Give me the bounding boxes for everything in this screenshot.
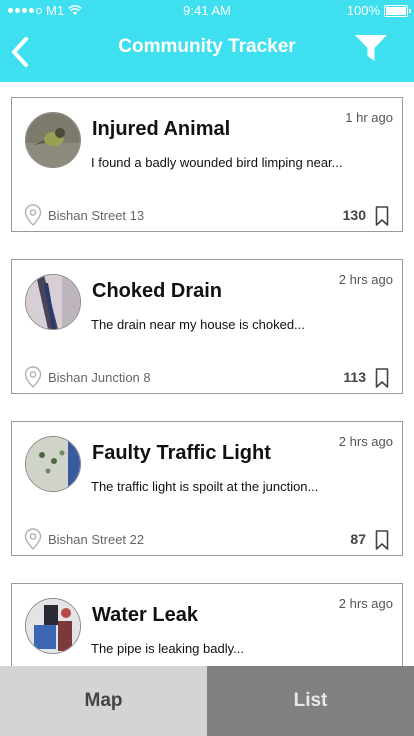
bookmark-icon — [375, 368, 389, 388]
report-photo — [25, 112, 81, 168]
report-title: Faulty Traffic Light — [92, 442, 271, 464]
filter-button[interactable] — [354, 33, 388, 63]
report-time: 2 hrs ago — [338, 272, 393, 287]
report-card[interactable]: Water Leak The pipe is leaking badly... … — [11, 583, 403, 666]
funnel-icon — [355, 35, 387, 61]
location-pin-icon — [24, 366, 42, 388]
report-count: 87 — [350, 531, 366, 547]
report-photo — [25, 274, 81, 330]
bookmark-icon — [375, 206, 389, 226]
report-location-label: Bishan Street 22 — [48, 531, 145, 547]
report-card[interactable]: Injured Animal I found a badly wounded b… — [11, 97, 403, 232]
page-title: Community Tracker — [118, 36, 296, 57]
bookmark-button[interactable] — [375, 206, 389, 226]
report-title: Water Leak — [92, 604, 198, 626]
tab-map[interactable]: Map — [0, 666, 207, 736]
tab-list[interactable]: List — [207, 666, 414, 736]
report-count: 130 — [342, 207, 366, 223]
bookmark-icon — [375, 530, 389, 550]
bottom-tab-bar: Map List — [0, 666, 414, 736]
battery-label: 100% — [346, 3, 380, 18]
report-list[interactable]: Injured Animal I found a badly wounded b… — [0, 82, 414, 666]
report-count: 113 — [343, 369, 366, 385]
location-pin-icon — [24, 528, 42, 550]
report-time: 2 hrs ago — [338, 434, 393, 449]
report-time: 2 hrs ago — [338, 596, 393, 611]
report-photo — [25, 598, 81, 654]
report-description: I found a badly wounded bird limping nea… — [91, 155, 343, 170]
bookmark-button[interactable] — [375, 530, 389, 550]
report-location: Bishan Junction 8 — [24, 366, 151, 388]
battery-status: 100% — [346, 3, 411, 18]
report-location-label: Bishan Street 13 — [48, 207, 145, 223]
report-photo — [25, 436, 81, 492]
report-location: Bishan Street 22 — [24, 528, 144, 550]
report-description: The traffic light is spoilt at the junct… — [91, 479, 319, 494]
report-title: Injured Animal — [92, 118, 231, 140]
battery-icon — [384, 4, 411, 17]
status-bar: M1 9:41 AM 100% — [0, 3, 414, 21]
bookmark-button[interactable] — [375, 368, 389, 388]
report-location: Bishan Street 13 — [24, 204, 144, 226]
header-bar: M1 9:41 AM 100% Community Tracker — [0, 0, 414, 82]
report-title: Choked Drain — [92, 280, 223, 302]
report-card[interactable]: Faulty Traffic Light The traffic light i… — [11, 421, 403, 556]
report-card[interactable]: Choked Drain The drain near my house is … — [11, 259, 403, 394]
report-description: The drain near my house is choked... — [91, 317, 305, 332]
report-description: The pipe is leaking badly... — [91, 641, 244, 656]
report-location-label: Bishan Junction 8 — [48, 369, 151, 385]
location-pin-icon — [24, 204, 42, 226]
report-time: 1 hr ago — [345, 110, 393, 125]
